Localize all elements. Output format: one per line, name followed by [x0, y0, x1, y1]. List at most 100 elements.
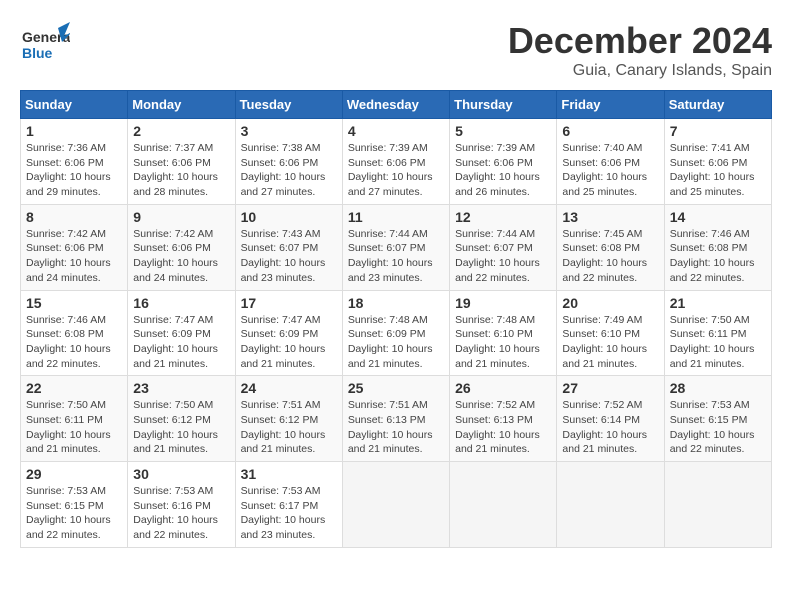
calendar-cell: 17 Sunrise: 7:47 AM Sunset: 6:09 PM Dayl… [235, 290, 342, 376]
day-number: 8 [26, 209, 122, 225]
calendar-cell: 30 Sunrise: 7:53 AM Sunset: 6:16 PM Dayl… [128, 462, 235, 548]
day-number: 11 [348, 209, 444, 225]
day-info: Sunrise: 7:40 AM Sunset: 6:06 PM Dayligh… [562, 141, 658, 200]
calendar-cell: 21 Sunrise: 7:50 AM Sunset: 6:11 PM Dayl… [664, 290, 771, 376]
calendar-cell: 27 Sunrise: 7:52 AM Sunset: 6:14 PM Dayl… [557, 376, 664, 462]
calendar-cell: 14 Sunrise: 7:46 AM Sunset: 6:08 PM Dayl… [664, 204, 771, 290]
day-info: Sunrise: 7:44 AM Sunset: 6:07 PM Dayligh… [348, 227, 444, 286]
day-info: Sunrise: 7:50 AM Sunset: 6:11 PM Dayligh… [670, 313, 766, 372]
day-number: 1 [26, 123, 122, 139]
calendar-cell: 24 Sunrise: 7:51 AM Sunset: 6:12 PM Dayl… [235, 376, 342, 462]
day-info: Sunrise: 7:37 AM Sunset: 6:06 PM Dayligh… [133, 141, 229, 200]
calendar-cell: 8 Sunrise: 7:42 AM Sunset: 6:06 PM Dayli… [21, 204, 128, 290]
day-number: 27 [562, 380, 658, 396]
calendar-cell: 9 Sunrise: 7:42 AM Sunset: 6:06 PM Dayli… [128, 204, 235, 290]
day-number: 22 [26, 380, 122, 396]
logo-icon: General Blue [20, 20, 70, 70]
day-info: Sunrise: 7:46 AM Sunset: 6:08 PM Dayligh… [670, 227, 766, 286]
weekday-header-sunday: Sunday [21, 91, 128, 119]
calendar-cell: 18 Sunrise: 7:48 AM Sunset: 6:09 PM Dayl… [342, 290, 449, 376]
calendar-cell [450, 462, 557, 548]
calendar-cell: 2 Sunrise: 7:37 AM Sunset: 6:06 PM Dayli… [128, 119, 235, 205]
calendar-cell: 15 Sunrise: 7:46 AM Sunset: 6:08 PM Dayl… [21, 290, 128, 376]
day-number: 21 [670, 295, 766, 311]
day-number: 18 [348, 295, 444, 311]
location-title: Guia, Canary Islands, Spain [508, 62, 772, 80]
day-number: 17 [241, 295, 337, 311]
calendar-cell: 16 Sunrise: 7:47 AM Sunset: 6:09 PM Dayl… [128, 290, 235, 376]
calendar-cell: 19 Sunrise: 7:48 AM Sunset: 6:10 PM Dayl… [450, 290, 557, 376]
day-info: Sunrise: 7:51 AM Sunset: 6:12 PM Dayligh… [241, 398, 337, 457]
calendar-cell: 20 Sunrise: 7:49 AM Sunset: 6:10 PM Dayl… [557, 290, 664, 376]
day-number: 15 [26, 295, 122, 311]
day-number: 5 [455, 123, 551, 139]
calendar-cell: 13 Sunrise: 7:45 AM Sunset: 6:08 PM Dayl… [557, 204, 664, 290]
weekday-header-thursday: Thursday [450, 91, 557, 119]
calendar-cell [664, 462, 771, 548]
weekday-header-tuesday: Tuesday [235, 91, 342, 119]
page-header: General Blue December 2024 Guia, Canary … [20, 20, 772, 80]
day-number: 24 [241, 380, 337, 396]
calendar-cell: 12 Sunrise: 7:44 AM Sunset: 6:07 PM Dayl… [450, 204, 557, 290]
logo: General Blue [20, 20, 70, 75]
weekday-header-friday: Friday [557, 91, 664, 119]
calendar-cell: 26 Sunrise: 7:52 AM Sunset: 6:13 PM Dayl… [450, 376, 557, 462]
svg-text:Blue: Blue [22, 45, 53, 61]
day-info: Sunrise: 7:42 AM Sunset: 6:06 PM Dayligh… [26, 227, 122, 286]
day-info: Sunrise: 7:48 AM Sunset: 6:09 PM Dayligh… [348, 313, 444, 372]
day-info: Sunrise: 7:48 AM Sunset: 6:10 PM Dayligh… [455, 313, 551, 372]
day-info: Sunrise: 7:45 AM Sunset: 6:08 PM Dayligh… [562, 227, 658, 286]
day-info: Sunrise: 7:51 AM Sunset: 6:13 PM Dayligh… [348, 398, 444, 457]
weekday-header-saturday: Saturday [664, 91, 771, 119]
calendar-cell [342, 462, 449, 548]
day-number: 4 [348, 123, 444, 139]
day-number: 29 [26, 466, 122, 482]
day-info: Sunrise: 7:53 AM Sunset: 6:17 PM Dayligh… [241, 484, 337, 543]
day-number: 14 [670, 209, 766, 225]
calendar-cell: 5 Sunrise: 7:39 AM Sunset: 6:06 PM Dayli… [450, 119, 557, 205]
weekday-header-row: SundayMondayTuesdayWednesdayThursdayFrid… [21, 91, 772, 119]
day-info: Sunrise: 7:39 AM Sunset: 6:06 PM Dayligh… [455, 141, 551, 200]
calendar-cell: 7 Sunrise: 7:41 AM Sunset: 6:06 PM Dayli… [664, 119, 771, 205]
day-info: Sunrise: 7:47 AM Sunset: 6:09 PM Dayligh… [133, 313, 229, 372]
calendar-cell: 25 Sunrise: 7:51 AM Sunset: 6:13 PM Dayl… [342, 376, 449, 462]
day-info: Sunrise: 7:38 AM Sunset: 6:06 PM Dayligh… [241, 141, 337, 200]
day-number: 3 [241, 123, 337, 139]
day-number: 13 [562, 209, 658, 225]
calendar-cell: 6 Sunrise: 7:40 AM Sunset: 6:06 PM Dayli… [557, 119, 664, 205]
day-info: Sunrise: 7:39 AM Sunset: 6:06 PM Dayligh… [348, 141, 444, 200]
day-number: 7 [670, 123, 766, 139]
day-info: Sunrise: 7:53 AM Sunset: 6:15 PM Dayligh… [26, 484, 122, 543]
weekday-header-monday: Monday [128, 91, 235, 119]
day-number: 30 [133, 466, 229, 482]
day-info: Sunrise: 7:52 AM Sunset: 6:13 PM Dayligh… [455, 398, 551, 457]
day-info: Sunrise: 7:41 AM Sunset: 6:06 PM Dayligh… [670, 141, 766, 200]
day-info: Sunrise: 7:50 AM Sunset: 6:12 PM Dayligh… [133, 398, 229, 457]
day-number: 20 [562, 295, 658, 311]
day-number: 16 [133, 295, 229, 311]
calendar-cell: 10 Sunrise: 7:43 AM Sunset: 6:07 PM Dayl… [235, 204, 342, 290]
calendar-cell [557, 462, 664, 548]
day-info: Sunrise: 7:44 AM Sunset: 6:07 PM Dayligh… [455, 227, 551, 286]
calendar-cell: 22 Sunrise: 7:50 AM Sunset: 6:11 PM Dayl… [21, 376, 128, 462]
calendar-cell: 29 Sunrise: 7:53 AM Sunset: 6:15 PM Dayl… [21, 462, 128, 548]
weekday-header-wednesday: Wednesday [342, 91, 449, 119]
calendar-cell: 3 Sunrise: 7:38 AM Sunset: 6:06 PM Dayli… [235, 119, 342, 205]
calendar-cell: 4 Sunrise: 7:39 AM Sunset: 6:06 PM Dayli… [342, 119, 449, 205]
day-info: Sunrise: 7:43 AM Sunset: 6:07 PM Dayligh… [241, 227, 337, 286]
day-number: 26 [455, 380, 551, 396]
calendar-cell: 11 Sunrise: 7:44 AM Sunset: 6:07 PM Dayl… [342, 204, 449, 290]
day-number: 9 [133, 209, 229, 225]
day-info: Sunrise: 7:47 AM Sunset: 6:09 PM Dayligh… [241, 313, 337, 372]
calendar-cell: 23 Sunrise: 7:50 AM Sunset: 6:12 PM Dayl… [128, 376, 235, 462]
day-number: 19 [455, 295, 551, 311]
day-info: Sunrise: 7:49 AM Sunset: 6:10 PM Dayligh… [562, 313, 658, 372]
day-number: 10 [241, 209, 337, 225]
day-number: 31 [241, 466, 337, 482]
calendar-cell: 1 Sunrise: 7:36 AM Sunset: 6:06 PM Dayli… [21, 119, 128, 205]
title-area: December 2024 Guia, Canary Islands, Spai… [508, 20, 772, 80]
day-info: Sunrise: 7:46 AM Sunset: 6:08 PM Dayligh… [26, 313, 122, 372]
day-info: Sunrise: 7:53 AM Sunset: 6:15 PM Dayligh… [670, 398, 766, 457]
calendar-cell: 31 Sunrise: 7:53 AM Sunset: 6:17 PM Dayl… [235, 462, 342, 548]
day-number: 12 [455, 209, 551, 225]
